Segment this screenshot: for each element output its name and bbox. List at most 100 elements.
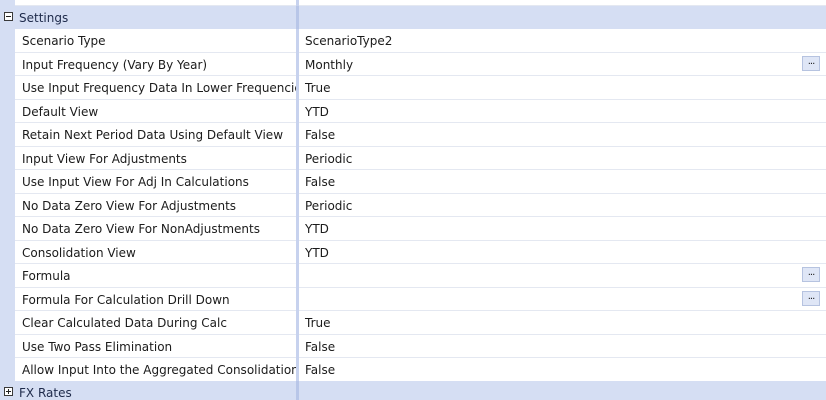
property-value-cell[interactable]: True bbox=[299, 311, 826, 335]
expand-icon[interactable] bbox=[4, 387, 13, 396]
column-divider[interactable] bbox=[296, 381, 299, 400]
property-value: True bbox=[305, 316, 331, 330]
property-value: False bbox=[305, 175, 336, 189]
property-name: Consolidation View bbox=[22, 245, 136, 260]
row-gutter bbox=[0, 193, 15, 217]
row-gutter bbox=[0, 99, 15, 123]
ellipsis-button[interactable]: ... bbox=[802, 55, 820, 71]
property-value-cell[interactable]: Periodic bbox=[299, 146, 826, 170]
property-name-cell[interactable]: Retain Next Period Data Using Default Vi… bbox=[15, 123, 296, 147]
property-value-cell[interactable]: Periodic bbox=[299, 193, 826, 217]
property-name-cell[interactable]: Allow Input Into the Aggregated Consolid… bbox=[15, 358, 296, 382]
property-row[interactable]: No Data Zero View For NonAdjustments YTD bbox=[0, 217, 826, 241]
property-row[interactable]: No Data Zero View For Adjustments Periodi… bbox=[0, 193, 826, 217]
property-value: False bbox=[305, 128, 336, 142]
property-value: True bbox=[305, 81, 331, 95]
property-value-cell[interactable]: ScenarioType2 bbox=[299, 29, 826, 53]
property-value-cell[interactable]: ... bbox=[299, 264, 826, 288]
row-gutter bbox=[0, 311, 15, 335]
property-grid: Settings Scenario Type ScenarioType2 Input… bbox=[0, 0, 826, 400]
property-name: Default View bbox=[22, 104, 99, 119]
property-name: No Data Zero View For NonAdjustments bbox=[22, 222, 260, 236]
row-gutter bbox=[0, 170, 15, 194]
property-name: No Data Zero View For Adjustments bbox=[22, 198, 237, 213]
property-name-cell[interactable]: Use Two Pass Elimination bbox=[15, 334, 296, 358]
property-row[interactable]: Formula... bbox=[0, 264, 826, 288]
property-value: YTD bbox=[305, 104, 329, 119]
property-row[interactable]: Use Input View For Adj In Calculations Fa… bbox=[0, 170, 826, 194]
property-row[interactable]: Consolidation View YTD bbox=[0, 240, 826, 264]
row-gutter bbox=[0, 287, 15, 311]
category-settings[interactable]: Settings bbox=[0, 5, 826, 29]
property-row[interactable]: Retain Next Period Data Using Default Vi… bbox=[0, 123, 826, 147]
property-value-cell[interactable]: YTD bbox=[299, 240, 826, 264]
property-value-cell[interactable]: False bbox=[299, 358, 826, 382]
row-gutter bbox=[0, 123, 15, 147]
property-row[interactable]: Input Frequency (Vary By Year) Monthly... bbox=[0, 52, 826, 76]
property-name: Allow Input Into the Aggregated Consolid… bbox=[22, 363, 296, 377]
property-value: False bbox=[305, 339, 336, 354]
property-value-cell[interactable]: False bbox=[299, 170, 826, 194]
property-value-cell[interactable]: Monthly... bbox=[299, 52, 826, 76]
property-name-cell[interactable]: Default View bbox=[15, 99, 296, 123]
property-name: Retain Next Period Data Using Default Vi… bbox=[22, 128, 284, 142]
property-name-cell[interactable]: Consolidation View bbox=[15, 240, 296, 264]
property-value: ScenarioType2 bbox=[305, 34, 393, 48]
property-value: Periodic bbox=[305, 151, 353, 166]
row-gutter bbox=[0, 217, 15, 241]
property-value-cell[interactable]: YTD bbox=[299, 99, 826, 123]
property-name: Use Input Frequency Data In Lower Freque… bbox=[22, 81, 296, 95]
property-value-cell[interactable]: True bbox=[299, 76, 826, 100]
property-name-cell[interactable]: No Data Zero View For Adjustments bbox=[15, 193, 296, 217]
property-name: Input Frequency (Vary By Year) bbox=[22, 57, 208, 72]
ellipsis-button[interactable]: ... bbox=[802, 267, 820, 282]
property-name-cell[interactable]: Formula For Calculation Drill Down bbox=[15, 287, 296, 311]
category-label: Settings bbox=[19, 10, 69, 25]
property-row[interactable]: Scenario Type ScenarioType2 bbox=[0, 29, 826, 53]
category-label: FX Rates bbox=[19, 386, 72, 400]
row-gutter bbox=[0, 240, 15, 264]
category-fx-rates[interactable]: FX Rates bbox=[0, 381, 826, 400]
property-name: Formula For Calculation Drill Down bbox=[22, 292, 230, 307]
property-value: False bbox=[305, 363, 336, 377]
row-gutter bbox=[0, 334, 15, 358]
property-name: Formula bbox=[22, 269, 71, 283]
property-name: Input View For Adjustments bbox=[22, 151, 187, 166]
collapse-icon[interactable] bbox=[4, 11, 13, 21]
property-name: Use Input View For Adj In Calculations bbox=[22, 175, 249, 189]
row-gutter bbox=[0, 264, 15, 288]
column-divider[interactable] bbox=[296, 5, 299, 29]
property-row[interactable]: Use Input Frequency Data In Lower Freque… bbox=[0, 76, 826, 100]
property-row[interactable]: Use Two Pass Elimination False bbox=[0, 334, 826, 358]
property-row[interactable]: Default View YTD bbox=[0, 99, 826, 123]
row-gutter bbox=[0, 358, 15, 382]
property-row[interactable]: Allow Input Into the Aggregated Consolid… bbox=[0, 358, 826, 382]
property-name-cell[interactable]: Input Frequency (Vary By Year) bbox=[15, 52, 296, 76]
property-value-cell[interactable]: False bbox=[299, 334, 826, 358]
property-name: Scenario Type bbox=[22, 34, 106, 48]
property-value: YTD bbox=[305, 222, 329, 236]
property-name: Clear Calculated Data During Calc bbox=[22, 316, 227, 330]
property-row[interactable]: Formula For Calculation Drill Down... bbox=[0, 287, 826, 311]
property-row[interactable]: Input View For Adjustments Periodic bbox=[0, 146, 826, 170]
property-name-cell[interactable]: No Data Zero View For NonAdjustments bbox=[15, 217, 296, 241]
property-value-cell[interactable]: ... bbox=[299, 287, 826, 311]
property-name-cell[interactable]: Scenario Type bbox=[15, 29, 296, 53]
property-value: Monthly bbox=[305, 57, 354, 72]
property-name-cell[interactable]: Use Input View For Adj In Calculations bbox=[15, 170, 296, 194]
row-gutter bbox=[0, 52, 15, 76]
property-name-cell[interactable]: Clear Calculated Data During Calc bbox=[15, 311, 296, 335]
property-name: Use Two Pass Elimination bbox=[22, 339, 173, 354]
row-gutter bbox=[0, 76, 15, 100]
property-row[interactable]: Clear Calculated Data During Calc True bbox=[0, 311, 826, 335]
ellipsis-button[interactable]: ... bbox=[802, 290, 820, 306]
row-gutter bbox=[0, 146, 15, 170]
property-name-cell[interactable]: Input View For Adjustments bbox=[15, 146, 296, 170]
property-name-cell[interactable]: Use Input Frequency Data In Lower Freque… bbox=[15, 76, 296, 100]
property-value: YTD bbox=[305, 245, 329, 260]
row-gutter bbox=[0, 29, 15, 53]
property-value: Periodic bbox=[305, 198, 353, 213]
property-value-cell[interactable]: False bbox=[299, 123, 826, 147]
property-value-cell[interactable]: YTD bbox=[299, 217, 826, 241]
property-name-cell[interactable]: Formula bbox=[15, 264, 296, 288]
